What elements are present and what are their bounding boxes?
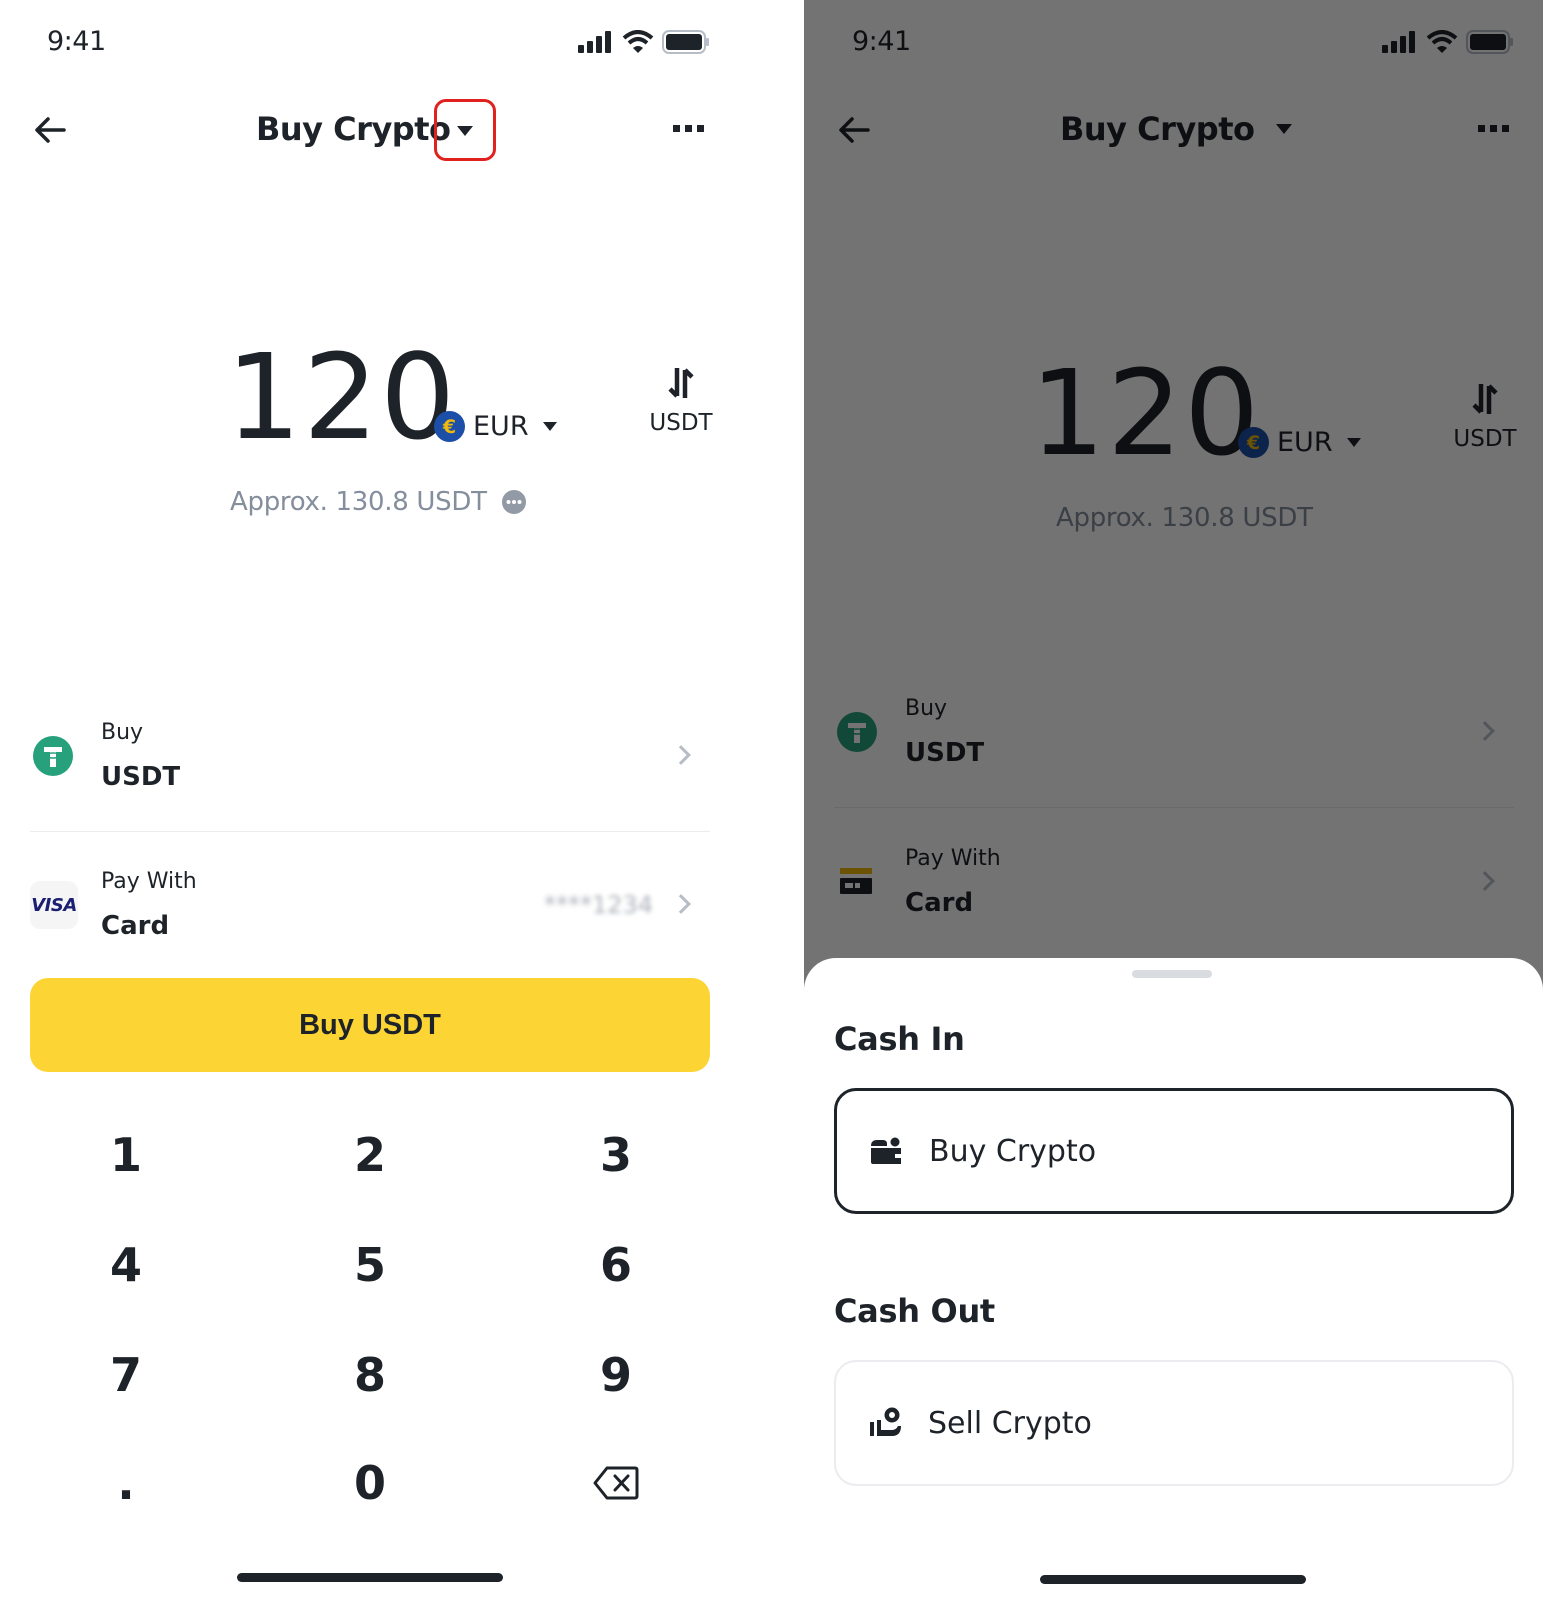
wallet-icon (871, 1137, 901, 1164)
hand-coin-icon (870, 1407, 901, 1436)
buy-asset-row[interactable]: Buy USDT (30, 706, 710, 806)
swap-vertical-icon (668, 368, 694, 398)
caret-down-icon (542, 422, 557, 431)
page-title: Buy Crypto (256, 110, 451, 148)
back-arrow-icon[interactable] (34, 116, 66, 144)
visa-icon: VISA (30, 881, 78, 929)
sell-crypto-option[interactable]: Sell Crypto (834, 1360, 1514, 1486)
signal-icon (578, 31, 611, 53)
row-divider (30, 831, 710, 832)
chevron-right-icon (671, 894, 691, 914)
key-5[interactable]: 5 (310, 1220, 430, 1310)
more-horizontal-icon[interactable] (673, 125, 705, 133)
more-circle-icon[interactable] (501, 489, 527, 515)
buy-crypto-screen: 9:41 Buy Crypto 120 € EUR USDT Approx. 1… (0, 0, 752, 1600)
key-8[interactable]: 8 (310, 1330, 430, 1420)
status-icons (578, 30, 710, 54)
bottom-sheet: Cash In Buy Crypto Cash Out Sell Crypto (804, 958, 1543, 1600)
sell-crypto-option-label: Sell Crypto (928, 1405, 1092, 1441)
buy-crypto-option-label: Buy Crypto (929, 1133, 1097, 1169)
cash-in-heading: Cash In (834, 1020, 965, 1058)
home-indicator (1040, 1575, 1306, 1584)
key-2[interactable]: 2 (310, 1110, 430, 1200)
key-3[interactable]: 3 (556, 1110, 676, 1200)
pay-row-value: Card (101, 911, 170, 941)
key-7[interactable]: 7 (66, 1330, 186, 1420)
approx-conversion: Approx. 130.8 USDT (230, 487, 527, 517)
key-4[interactable]: 4 (66, 1220, 186, 1310)
sheet-grab-handle[interactable] (1132, 970, 1212, 978)
buy-crypto-option[interactable]: Buy Crypto (834, 1088, 1514, 1214)
key-decimal[interactable]: . (66, 1438, 186, 1528)
key-9[interactable]: 9 (556, 1330, 676, 1420)
buy-row-label: Buy (101, 720, 144, 745)
title-dropdown-highlight[interactable] (434, 99, 496, 161)
buy-usdt-button[interactable]: Buy USDT (30, 978, 710, 1072)
approx-text: Approx. 130.8 USDT (230, 487, 487, 517)
amount-value[interactable]: 120 (226, 338, 457, 456)
tether-icon (33, 736, 73, 776)
pay-row-label: Pay With (101, 869, 197, 894)
currency-selector[interactable]: € EUR (434, 411, 557, 442)
wifi-icon (622, 30, 654, 53)
caret-down-icon[interactable] (457, 126, 473, 136)
backspace-icon (593, 1466, 639, 1500)
buy-row-value: USDT (101, 762, 181, 792)
key-1[interactable]: 1 (66, 1110, 186, 1200)
chevron-right-icon (671, 745, 691, 765)
key-6[interactable]: 6 (556, 1220, 676, 1310)
key-0[interactable]: 0 (310, 1438, 430, 1528)
buy-crypto-screen-with-sheet: 9:41 Buy Crypto 120 € EUR USDT Approx. 1… (804, 0, 1543, 1600)
switch-target-label: USDT (649, 410, 713, 436)
battery-icon (662, 30, 709, 54)
cash-out-heading: Cash Out (834, 1292, 995, 1330)
currency-code: EUR (473, 411, 529, 442)
home-indicator (237, 1573, 503, 1582)
card-number-mask: ****1234 (544, 891, 654, 919)
key-backspace[interactable] (556, 1438, 676, 1528)
status-time: 9:41 (47, 26, 106, 57)
pay-with-row[interactable]: VISA Pay With Card ****1234 (30, 855, 710, 955)
switch-currency-button[interactable]: USDT (649, 366, 713, 436)
euro-icon: € (434, 411, 465, 442)
